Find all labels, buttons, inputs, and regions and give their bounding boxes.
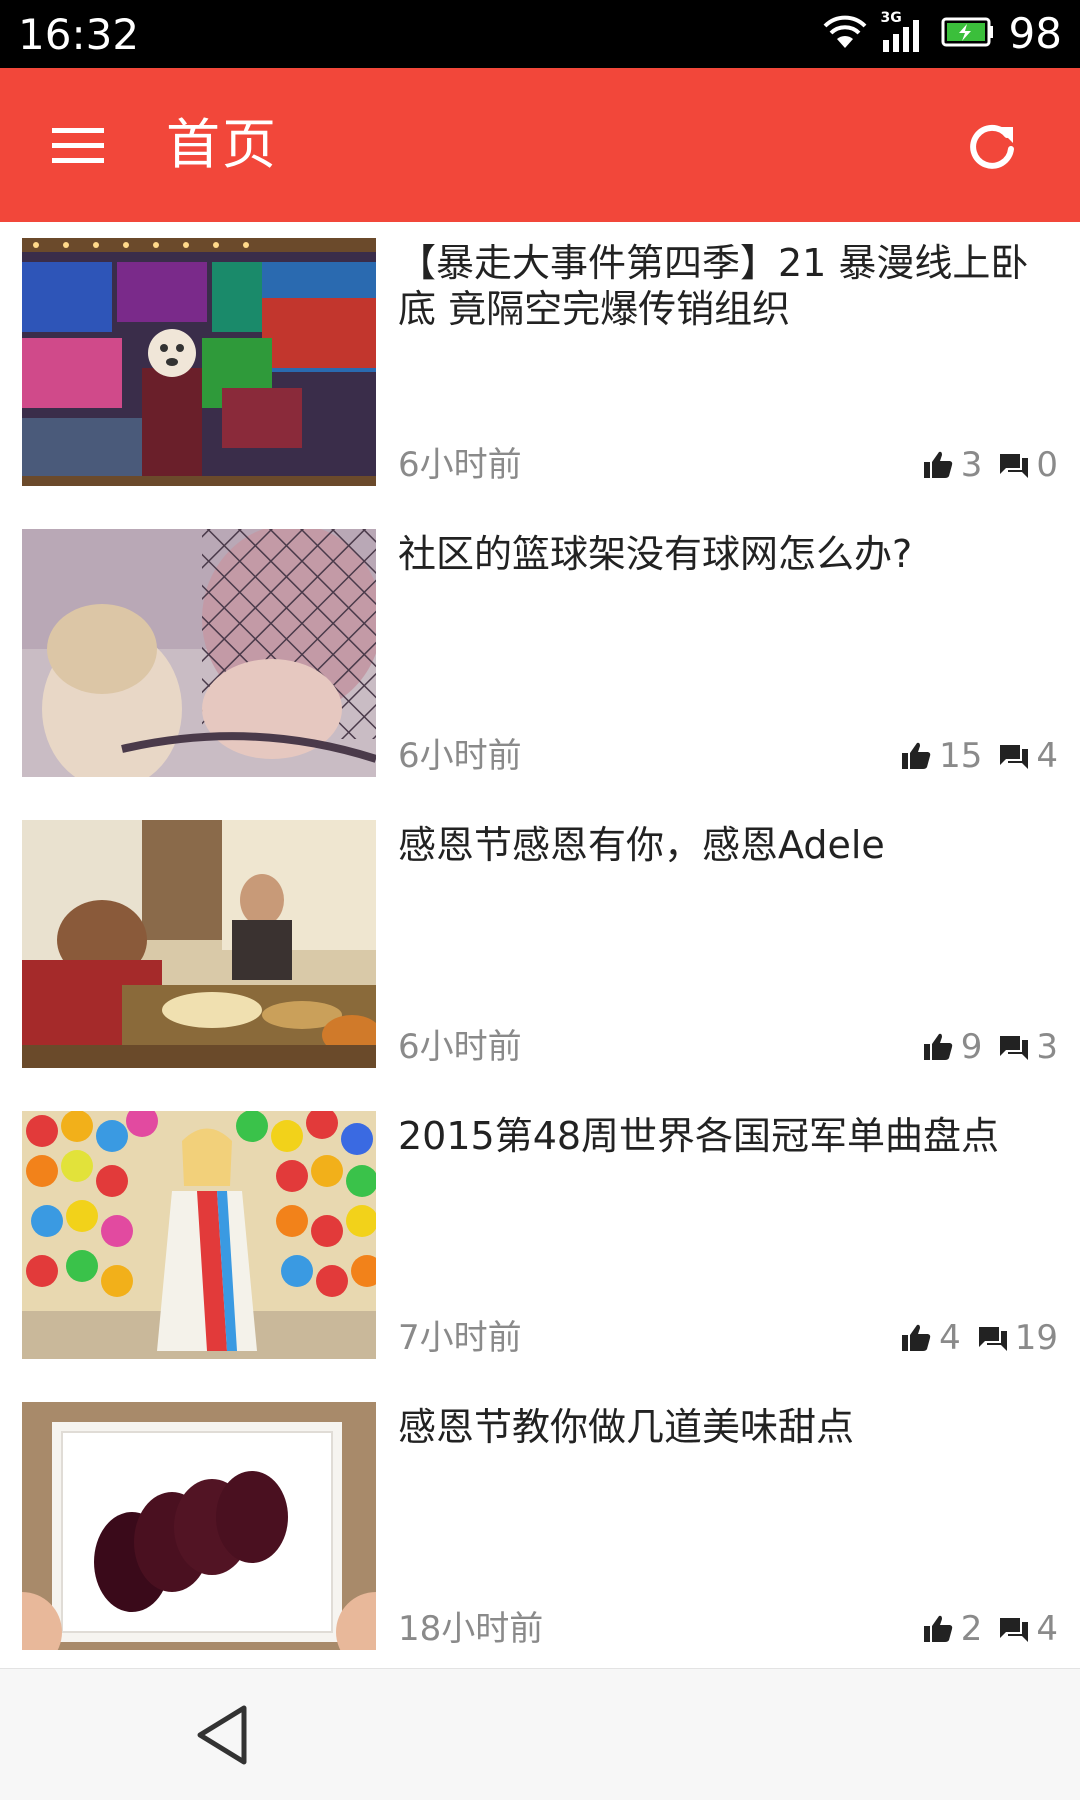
item-time: 6小时前 <box>398 736 522 776</box>
comment-icon <box>1000 1036 1029 1060</box>
item-title[interactable]: 社区的篮球架没有球网怎么办? <box>398 531 1048 577</box>
item-stats: 4 19 <box>883 1315 1058 1361</box>
like-count: 15 <box>939 736 983 776</box>
item-meta: 6小时前 3 0 <box>398 442 1058 488</box>
comment-icon <box>1000 745 1029 769</box>
comment-count: 0 <box>1036 445 1058 485</box>
like-stat[interactable]: 2 <box>923 1609 983 1649</box>
thumbs-up-icon <box>902 742 931 769</box>
feed-item[interactable]: 2015第48周世界各国冠军单曲盘点 7小时前 4 19 <box>0 1095 1080 1387</box>
back-button[interactable] <box>186 1699 258 1771</box>
status-icons: 3G 98 <box>823 10 1062 58</box>
feed-item[interactable]: 【暴走大事件第四季】21 暴漫线上卧底 竟隔空完爆传销组织 6小时前 3 0 <box>0 222 1080 514</box>
item-time: 18小时前 <box>398 1609 544 1649</box>
comment-count: 4 <box>1036 736 1058 776</box>
item-stats: 3 0 <box>905 442 1058 488</box>
like-stat[interactable]: 9 <box>923 1027 983 1067</box>
item-meta: 7小时前 4 19 <box>398 1315 1058 1361</box>
comment-count: 19 <box>1014 1318 1058 1358</box>
signal-icon: 3G <box>881 10 927 54</box>
comment-count: 4 <box>1036 1609 1058 1649</box>
refresh-button[interactable] <box>954 108 1030 184</box>
comment-stat[interactable]: 4 <box>1000 1609 1058 1649</box>
menu-icon <box>52 128 104 163</box>
item-title[interactable]: 2015第48周世界各国冠军单曲盘点 <box>398 1113 1048 1159</box>
comment-stat[interactable]: 4 <box>1000 736 1058 776</box>
back-triangle-icon <box>197 1705 247 1765</box>
item-stats: 15 4 <box>883 733 1058 779</box>
video-thumbnail[interactable] <box>22 820 376 1068</box>
item-meta: 18小时前 2 4 <box>398 1606 1058 1652</box>
feed-item[interactable]: 社区的篮球架没有球网怎么办? 6小时前 15 4 <box>0 513 1080 805</box>
video-thumbnail[interactable] <box>22 238 376 486</box>
like-count: 4 <box>939 1318 961 1358</box>
item-stats: 2 4 <box>905 1606 1058 1652</box>
comment-stat[interactable]: 19 <box>978 1318 1058 1358</box>
feed-item[interactable]: 感恩节教你做几道美味甜点 18小时前 2 4 <box>0 1386 1080 1678</box>
item-title[interactable]: 感恩节教你做几道美味甜点 <box>398 1404 1048 1450</box>
item-title[interactable]: 【暴走大事件第四季】21 暴漫线上卧底 竟隔空完爆传销组织 <box>398 240 1048 332</box>
status-bar: 16:32 3G 98 <box>0 0 1080 68</box>
navigation-bar <box>0 1668 1080 1800</box>
comment-count: 3 <box>1036 1027 1058 1067</box>
like-count: 9 <box>960 1027 983 1067</box>
like-stat[interactable]: 15 <box>901 736 982 776</box>
item-meta: 6小时前 15 4 <box>398 733 1058 779</box>
thumbs-up-icon <box>902 1324 931 1351</box>
item-time: 6小时前 <box>398 445 522 485</box>
video-thumbnail[interactable] <box>22 1402 376 1650</box>
comment-icon <box>978 1327 1007 1351</box>
thumbs-up-icon <box>923 1033 952 1060</box>
like-count: 2 <box>960 1609 983 1649</box>
like-stat[interactable]: 3 <box>923 445 983 485</box>
comment-icon <box>1000 1618 1029 1642</box>
comment-stat[interactable]: 3 <box>1000 1027 1058 1067</box>
thumbs-up-icon <box>923 451 952 478</box>
item-stats: 9 3 <box>905 1024 1058 1070</box>
video-thumbnail[interactable] <box>22 529 376 777</box>
wifi-icon <box>823 14 867 54</box>
like-stat[interactable]: 4 <box>901 1318 961 1358</box>
item-time: 7小时前 <box>398 1318 522 1358</box>
page-title: 首页 <box>166 113 278 176</box>
feed-item[interactable]: 感恩节感恩有你，感恩Adele 6小时前 9 3 <box>0 804 1080 1096</box>
comment-stat[interactable]: 0 <box>1000 445 1058 485</box>
like-count: 3 <box>960 445 983 485</box>
thumbs-up-icon <box>923 1615 952 1642</box>
comment-icon <box>1000 454 1029 478</box>
item-meta: 6小时前 9 3 <box>398 1024 1058 1070</box>
battery-icon <box>941 16 995 52</box>
battery-percent: 98 <box>1008 9 1062 58</box>
menu-button[interactable] <box>36 110 120 182</box>
app-bar: 首页 <box>0 68 1080 222</box>
status-time: 16:32 <box>18 10 140 59</box>
item-time: 6小时前 <box>398 1027 522 1067</box>
video-thumbnail[interactable] <box>22 1111 376 1359</box>
refresh-icon <box>970 124 1014 169</box>
item-title[interactable]: 感恩节感恩有你，感恩Adele <box>398 822 1048 868</box>
